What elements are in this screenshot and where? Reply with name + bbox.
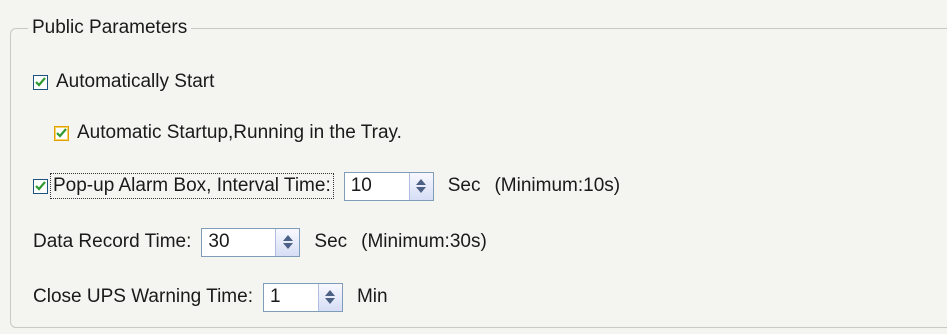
spin-down-icon[interactable] [282, 243, 293, 249]
data-record-spin-buttons[interactable] [275, 228, 300, 256]
spin-up-icon[interactable] [282, 235, 293, 241]
popup-interval-spin-buttons[interactable] [408, 172, 433, 200]
close-ups-spin-buttons[interactable] [317, 283, 342, 311]
spin-up-icon[interactable] [325, 290, 336, 296]
data-record-input[interactable] [202, 228, 276, 256]
popup-interval-note: (Minimum:10s) [494, 175, 621, 196]
auto-start-checkbox[interactable] [33, 74, 48, 90]
close-ups-spinner[interactable] [262, 282, 343, 312]
spin-down-icon[interactable] [416, 187, 427, 193]
auto-tray-checkbox[interactable] [54, 125, 69, 141]
spin-up-icon[interactable] [416, 179, 427, 185]
auto-tray-row[interactable]: Automatic Startup,Running in the Tray. [54, 117, 402, 149]
data-record-note: (Minimum:30s) [361, 231, 487, 252]
popup-interval-unit: Sec [447, 175, 481, 196]
close-ups-input[interactable] [263, 283, 318, 311]
auto-start-label: Automatically Start [56, 71, 215, 92]
data-record-row: Data Record Time: Sec (Minimum:30s) [33, 226, 487, 258]
data-record-label: Data Record Time: [33, 231, 192, 252]
data-record-spinner[interactable] [201, 227, 301, 257]
close-ups-label: Close UPS Warning Time: [33, 286, 253, 307]
checkmark-icon [35, 181, 46, 191]
data-record-unit: Sec [314, 231, 348, 252]
popup-interval-spinner[interactable] [343, 171, 434, 201]
close-ups-row: Close UPS Warning Time: Min [33, 281, 388, 313]
spin-down-icon[interactable] [325, 298, 336, 304]
auto-start-row[interactable]: Automatically Start [33, 66, 214, 98]
checkmark-icon [35, 77, 46, 87]
group-title: Public Parameters [28, 15, 192, 41]
close-ups-unit: Min [356, 286, 388, 307]
popup-alarm-label[interactable]: Pop-up Alarm Box, Interval Time: [50, 173, 334, 199]
popup-alarm-row: Pop-up Alarm Box, Interval Time: Sec (Mi… [33, 170, 620, 202]
popup-interval-input[interactable] [344, 172, 409, 200]
auto-tray-label: Automatic Startup,Running in the Tray. [77, 122, 402, 143]
checkmark-icon [56, 128, 67, 138]
popup-alarm-checkbox[interactable] [33, 178, 48, 194]
